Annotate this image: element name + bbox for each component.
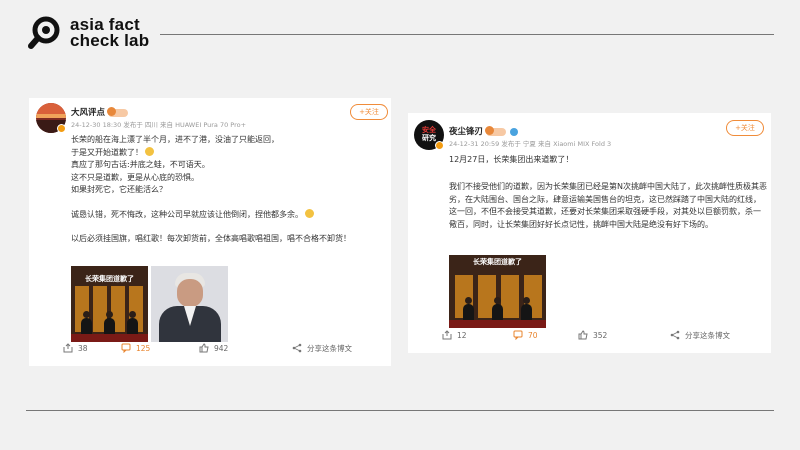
username-text: 大风评点: [71, 108, 106, 118]
share-note: 分享这条博文: [685, 330, 730, 340]
comment-button[interactable]: 70: [513, 330, 538, 340]
share-nodes-icon: [292, 343, 302, 353]
image-banner: 长荣集团道歉了: [473, 258, 522, 266]
post-image-apology[interactable]: 长荣集团道歉了: [449, 255, 546, 328]
like-button[interactable]: 942: [199, 343, 228, 353]
follow-button[interactable]: +关注: [726, 120, 764, 136]
username-text: 夜尘锋刃: [449, 127, 484, 137]
post-line: 长荣的船在海上漂了半个月，进不了港，没油了只能返回，: [71, 135, 279, 144]
post-line: 诚恳认错，死不悔改，这种公司早就应该让他倒闭，捏他都多余。: [71, 208, 351, 222]
post-line: 真应了那句古话:并底之蛙，不可语天。: [71, 160, 210, 169]
comment-icon: [513, 330, 523, 340]
post-line: 这不只是道歉，更是从心底的恐惧。: [71, 172, 199, 182]
post-username[interactable]: 夜尘锋刃: [449, 125, 519, 137]
like-count: 942: [214, 343, 229, 353]
post-line-gap: [71, 221, 351, 233]
fan-badge-icon: [510, 127, 519, 136]
post-paragraph: 我们不接受他们的道歉，因为长荣集团已经是第N次挑衅中国大陆了，此次挑衅性质极其恶…: [449, 181, 767, 231]
brand-line-2: check lab: [70, 31, 150, 50]
share-nodes-icon: [670, 330, 680, 340]
thumbs-up-icon: [199, 343, 209, 353]
post-line: 12月27日，长荣集团出来道歉了！: [449, 155, 574, 164]
post-image-portrait[interactable]: [151, 266, 228, 342]
share-note: 分享这条博文: [307, 343, 352, 353]
footer-divider: [26, 410, 774, 411]
brand-logo: asia fact check lab: [28, 16, 149, 50]
verified-badge-icon: [435, 141, 444, 150]
post-line-gap: [71, 197, 351, 209]
thumbs-up-icon: [578, 330, 588, 340]
verified-badge-icon: [57, 124, 66, 133]
post-image-apology[interactable]: 长荣集团道歉了: [71, 266, 148, 342]
share-count: 38: [78, 343, 88, 353]
post-line: 我们不接受他们的道歉，因为长荣集团已经是第N次挑衅中国大陆了，此次挑衅性质极其恶…: [449, 182, 767, 229]
share-button[interactable]: 38: [63, 343, 88, 353]
image-banner: 长荣集团道歉了: [85, 275, 134, 283]
share-post-link[interactable]: 分享这条博文: [292, 343, 352, 354]
share-icon: [63, 343, 73, 353]
post-line: 如果封死它，它还能活么？: [71, 185, 167, 194]
post-card-1: 大风评点 24-12-30 18:30 发布于 四川 来自 HUAWEI Pur…: [29, 98, 391, 366]
magnifier-logo-icon: [28, 16, 60, 49]
crown-level-icon: [107, 106, 129, 117]
post-headline: 12月27日，长荣集团出来道歉了！: [449, 154, 573, 167]
post-body: 长荣的船在海上漂了半个月，进不了港，没油了只能返回， 于是又开始道歉了！ 真应了…: [71, 134, 351, 246]
post-line: 以后必须挂国旗，唱红歌！每次卸货前，全体高唱歌唱祖国，唱不合格不卸货！: [71, 234, 351, 243]
comment-count: 70: [528, 330, 538, 340]
post-line: 于是又开始道歉了！: [71, 146, 351, 160]
post-meta: 24-12-31 20:59 发布于 宁夏 来自 Xiaomi MIX Fold…: [449, 140, 612, 148]
header-divider: [160, 34, 774, 35]
post-meta: 24-12-30 18:30 发布于 四川 来自 HUAWEI Pura 70 …: [71, 121, 247, 129]
like-count: 352: [593, 330, 608, 340]
crown-level-icon: [485, 125, 507, 136]
comment-icon: [121, 343, 131, 353]
avatar-text-top: 安全: [422, 126, 436, 134]
share-button[interactable]: 12: [442, 330, 467, 340]
share-post-link[interactable]: 分享这条博文: [670, 330, 730, 341]
comment-count: 125: [136, 343, 151, 353]
post-username[interactable]: 大风评点: [71, 106, 129, 118]
sunglasses-emoji-icon: [305, 208, 314, 218]
post-card-2: 安全 研究 夜尘锋刃 24-12-31 20:59 发布于 宁夏 来自 Xiao…: [408, 113, 771, 353]
follow-button[interactable]: +关注: [350, 104, 388, 120]
share-icon: [442, 330, 452, 340]
grin-emoji-icon: [145, 146, 154, 156]
like-button[interactable]: 352: [578, 330, 607, 340]
comment-button[interactable]: 125: [121, 343, 150, 353]
share-count: 12: [457, 330, 467, 340]
